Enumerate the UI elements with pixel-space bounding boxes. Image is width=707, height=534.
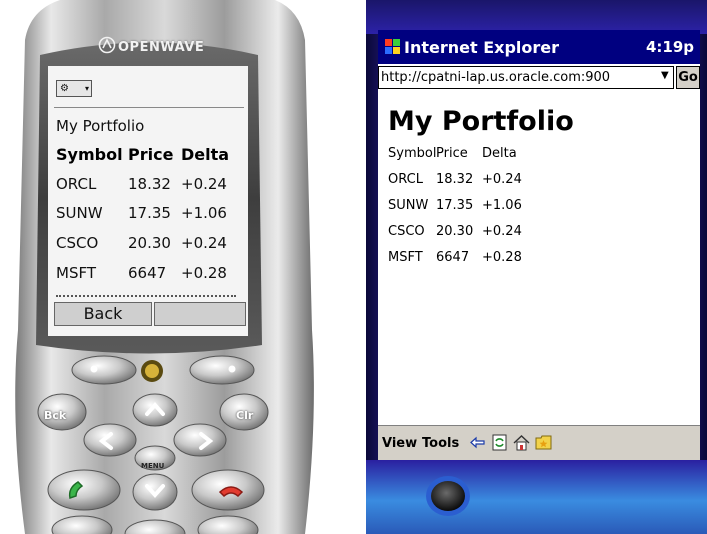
delta-cell: +0.28 [482,250,522,265]
symbol-cell: MSFT [388,250,423,265]
app-title: Internet Explorer [404,38,560,57]
dropdown-arrow-icon: ▾ [84,84,89,93]
price-cell: 6647 [128,264,167,282]
symbol-cell: MSFT [56,264,96,282]
delta-cell: +0.24 [482,172,522,187]
column-header-symbol: Symbol [56,145,123,164]
delta-cell: +0.24 [482,224,522,239]
end-call-icon[interactable] [214,476,248,504]
back-key-label: Bck [44,409,67,422]
menu-key-label: MENU [141,462,165,470]
clear-key-label: Clr [236,409,254,422]
clear-key[interactable]: Clr [236,404,253,423]
openwave-phone: OPENWAVE ⚙ ▾ My Portfolio Symbol Price D… [0,0,330,534]
nav-left-icon[interactable] [96,430,118,452]
price-cell: 20.30 [436,224,474,239]
view-menu[interactable]: View [382,436,417,451]
symbol-cell: SUNW [388,198,429,213]
device-top [366,0,707,34]
back-arrow-icon[interactable] [469,434,486,451]
pocketpc-device: Internet Explorer 4:19p http://cpatni-la… [366,0,707,534]
price-cell: 17.35 [436,198,474,213]
delta-cell: +0.28 [181,264,227,282]
windows-flag-icon[interactable] [384,38,401,55]
delta-cell: +0.24 [181,175,227,193]
nav-down-icon[interactable] [143,482,167,500]
divider [54,107,244,108]
price-cell: 17.35 [128,204,171,222]
column-header-price: Price [436,146,468,161]
symbol-cell: SUNW [56,204,103,222]
column-header-delta: Delta [482,146,517,161]
column-header-price: Price [128,145,174,164]
symbol-cell: CSCO [388,224,425,239]
go-button[interactable]: Go [676,66,700,89]
price-cell: 18.32 [436,172,474,187]
delta-cell: +0.24 [181,234,227,252]
page-heading: My Portfolio [388,106,574,137]
symbol-cell: CSCO [56,234,99,252]
column-header-delta: Delta [181,145,230,164]
price-cell: 20.30 [128,234,171,252]
phone-brand: OPENWAVE [118,40,205,55]
address-bar[interactable]: http://cpatni-lap.us.oracle.com:900 [378,66,674,89]
back-key[interactable]: Bck [44,404,66,423]
refresh-icon[interactable] [491,434,508,451]
pocketpc-screen: Internet Explorer 4:19p http://cpatni-la… [378,30,700,461]
device-bottom [366,460,707,534]
clock[interactable]: 4:19p [646,38,694,56]
nav-up-icon[interactable] [143,400,167,418]
softkey-right[interactable] [154,302,246,326]
titlebar: Internet Explorer 4:19p [378,30,700,64]
tools-menu[interactable]: Tools [422,436,459,451]
menu-key[interactable]: MENU [141,453,164,472]
nav-right-icon[interactable] [194,430,216,452]
symbol-cell: ORCL [388,172,423,187]
symbol-cell: ORCL [56,175,97,193]
cut-off-row [56,295,236,301]
home-icon[interactable] [513,434,530,451]
favorites-icon[interactable] [535,434,552,451]
address-dropdown-icon[interactable]: ▼ [661,70,669,81]
options-icon: ⚙ [60,83,69,94]
column-header-symbol: Symbol [388,146,437,161]
delta-cell: +1.06 [181,204,227,222]
softkey-back[interactable]: Back [54,302,152,326]
command-bar: View Tools [378,425,700,461]
phone-menu-button[interactable]: ⚙ ▾ [56,80,92,97]
navigation-button-icon[interactable] [424,472,472,520]
call-icon[interactable] [64,476,98,504]
openwave-logo-icon [98,36,116,54]
price-cell: 18.32 [128,175,171,193]
delta-cell: +1.06 [482,198,522,213]
phone-page-title: My Portfolio [56,117,145,135]
phone-screen: ⚙ ▾ My Portfolio Symbol Price Delta ORCL… [48,66,248,336]
price-cell: 6647 [436,250,470,265]
